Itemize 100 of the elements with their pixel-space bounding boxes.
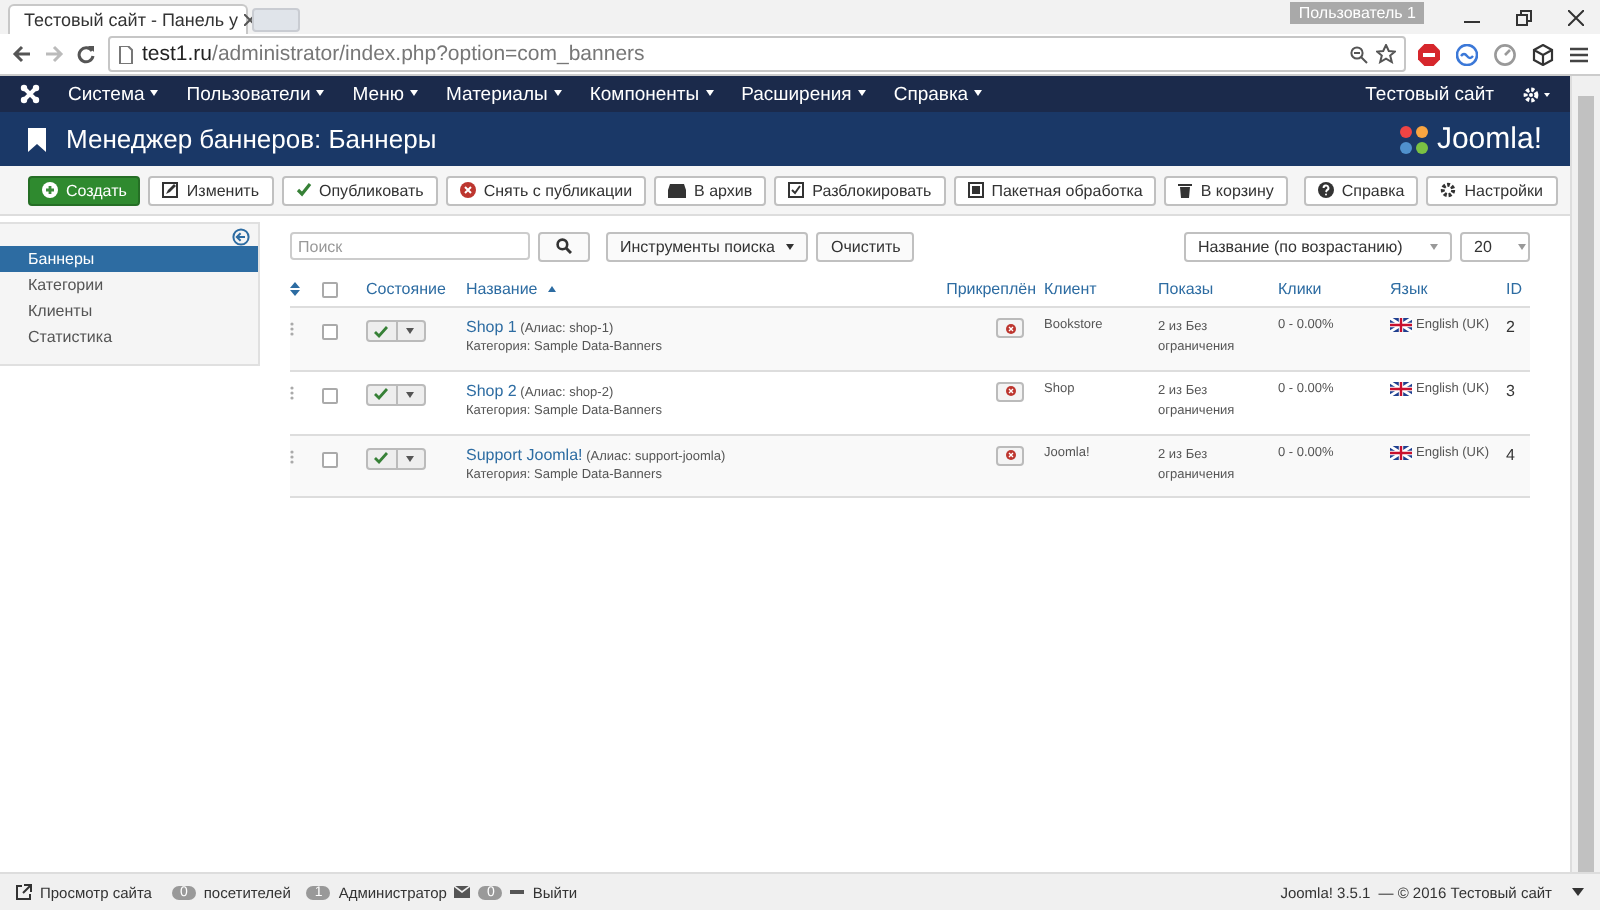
caret-icon[interactable] (1572, 888, 1584, 896)
adblock-icon[interactable] (1418, 43, 1440, 65)
check-icon (374, 325, 389, 337)
toolbar-button[interactable]: Пакетная обработка (953, 175, 1157, 205)
edit-icon (162, 182, 179, 198)
sidebar-item[interactable]: Клиенты (0, 298, 258, 324)
sort-icon[interactable] (290, 282, 300, 296)
browser-tab[interactable]: Тестовый сайт - Панель у (8, 4, 248, 34)
status-toggle[interactable] (366, 447, 426, 470)
envelope-icon (454, 886, 471, 898)
unpin-icon (1005, 450, 1015, 461)
menu-item[interactable]: Материалы (445, 83, 562, 105)
column-header[interactable]: ID (1506, 280, 1530, 298)
drag-handle-icon[interactable] (290, 385, 294, 400)
back-icon[interactable] (12, 44, 32, 64)
search-button[interactable] (538, 231, 590, 261)
plus-icon (42, 182, 58, 198)
column-header[interactable]: Показы (1158, 280, 1278, 298)
menu-item[interactable]: Компоненты (589, 83, 714, 105)
drag-handle-icon[interactable] (290, 322, 294, 336)
flag-icon (1390, 318, 1412, 332)
gear-icon (1440, 182, 1457, 198)
banner-title-link[interactable]: Support Joomla! (466, 445, 583, 464)
collapse-icon[interactable] (232, 228, 250, 246)
toolbar-button[interactable]: Настройки (1426, 175, 1557, 205)
pinned-toggle[interactable] (996, 318, 1024, 338)
pinned-toggle[interactable] (996, 381, 1024, 402)
bookmark-icon (28, 127, 46, 151)
search-icon (556, 238, 572, 254)
column-header[interactable]: Название (466, 280, 940, 298)
menu-item[interactable]: Расширения (741, 83, 866, 105)
toolbar-button[interactable]: Создать (28, 175, 141, 205)
toolbar-button[interactable]: Опубликовать (281, 175, 438, 205)
cube-icon[interactable] (1532, 43, 1554, 65)
toolbar-button[interactable]: В корзину (1164, 175, 1288, 205)
menu-item[interactable]: Меню (352, 83, 418, 105)
help-icon (1317, 182, 1334, 198)
status-toggle[interactable] (366, 320, 426, 342)
banner-title-link[interactable]: Shop 2 (466, 381, 517, 400)
site-link[interactable]: Тестовый сайт (1365, 83, 1494, 105)
column-header[interactable]: Состояние (366, 280, 466, 298)
id-cell-text: 2 (1506, 318, 1517, 336)
restore-icon[interactable] (1516, 9, 1532, 25)
menu-item[interactable]: Справка (893, 83, 983, 105)
toolbar-button[interactable]: В архив (654, 175, 767, 205)
banner-title-link[interactable]: Shop 1 (466, 318, 517, 336)
scrollbar[interactable] (1570, 76, 1600, 872)
star-icon[interactable] (1376, 44, 1396, 64)
toolbar-button[interactable]: Снять с публикации (445, 175, 647, 205)
clear-button[interactable]: Очистить (816, 231, 915, 261)
flag-icon (1390, 381, 1412, 396)
column-header[interactable]: Клики (1278, 280, 1390, 298)
id-cell-text: 3 (1506, 381, 1517, 400)
external-link-icon (16, 884, 32, 900)
search-tools-button[interactable]: Инструменты поиска (606, 231, 809, 261)
unpin-icon (1005, 323, 1015, 333)
toolbar-button[interactable]: Разблокировать (774, 175, 946, 205)
zoom-icon[interactable] (1350, 45, 1368, 63)
search-field[interactable]: Поиск (290, 232, 530, 260)
minus-icon (510, 889, 525, 895)
toolbar-button[interactable]: Справка (1303, 175, 1419, 205)
row-checkbox[interactable] (322, 387, 338, 404)
check-icon (295, 182, 311, 198)
flag-icon (1390, 445, 1412, 460)
trash-icon (1178, 182, 1193, 198)
limit-select[interactable]: 20 (1460, 231, 1530, 261)
sort-select[interactable]: Название (по возрастанию) (1184, 231, 1452, 261)
gear-icon[interactable] (1522, 85, 1550, 103)
unpin-icon (1005, 386, 1015, 397)
check-icon (374, 388, 389, 401)
sidebar-item[interactable]: Категории (0, 272, 258, 298)
row-checkbox[interactable] (322, 451, 338, 468)
menu-item[interactable]: Пользователи (186, 83, 325, 105)
column-header[interactable]: Язык (1390, 280, 1506, 298)
check-icon (374, 452, 389, 465)
column-header[interactable]: Клиент (1044, 280, 1158, 298)
sync-icon[interactable] (1456, 43, 1478, 65)
toolbar-button[interactable]: Изменить (148, 175, 273, 205)
archive-icon (668, 183, 687, 197)
checkbox-icon (788, 182, 805, 198)
joomla-logo: Joomla! (1398, 122, 1542, 156)
menu-item[interactable]: Система (68, 83, 159, 105)
status-toggle[interactable] (366, 383, 426, 406)
drag-handle-icon[interactable] (290, 449, 294, 464)
sidebar-item[interactable]: Баннеры (0, 246, 258, 272)
page-icon (118, 45, 134, 63)
reload-icon[interactable] (76, 44, 96, 64)
menu-icon[interactable] (1570, 45, 1588, 63)
close-icon[interactable] (1568, 9, 1584, 25)
column-header[interactable]: Прикреплён (940, 280, 1044, 298)
sidebar-item[interactable]: Статистика (0, 324, 258, 350)
speed-icon[interactable] (1494, 43, 1516, 65)
row-checkbox[interactable] (322, 324, 338, 340)
square-icon (967, 182, 984, 198)
pinned-toggle[interactable] (996, 445, 1024, 466)
close-icon[interactable] (244, 14, 257, 26)
joomla-icon[interactable] (20, 84, 40, 104)
id-cell-text: 4 (1506, 445, 1517, 464)
select-all-checkbox[interactable] (322, 281, 338, 297)
address-field[interactable]: test1.ru/administrator/index.php?option=com_banners (108, 36, 1406, 72)
